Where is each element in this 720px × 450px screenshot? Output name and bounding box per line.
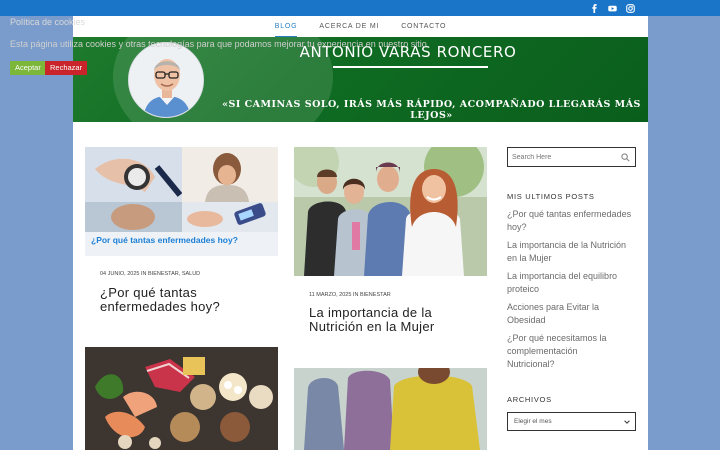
reject-cookies-button[interactable]: Rechazar	[45, 61, 88, 75]
recent-post-link[interactable]: La importancia del equilibro proteico	[507, 270, 642, 296]
recent-posts-list: ¿Por qué tantas enfermedades hoy? La imp…	[507, 208, 642, 376]
post-meta: 11 MARZO, 2025 IN BIENESTAR	[309, 292, 391, 298]
link-line: proteico	[507, 284, 540, 294]
archive-select-value: Elegir el mes	[514, 418, 552, 425]
chevron-down-icon	[624, 420, 630, 424]
search-box	[507, 147, 636, 167]
avatar	[128, 42, 204, 118]
nav-blog[interactable]: BLOG	[274, 17, 298, 37]
top-bar	[0, 0, 720, 16]
post-image-proteinas[interactable]	[85, 347, 278, 450]
recent-post-link[interactable]: Acciones para Evitar la Obesidad	[507, 301, 642, 327]
post-title-enfermedades[interactable]: ¿Por qué tantas enfermedades hoy?	[100, 286, 270, 314]
main-nav: BLOG ACERCA DE MI CONTACTO	[73, 16, 648, 37]
social-links	[588, 2, 636, 14]
post-title-nutricion-mujer[interactable]: La importancia de la Nutrición en la Muj…	[309, 306, 484, 334]
link-line: en la Mujer	[507, 253, 552, 263]
post-meta: 04 JUNIO, 2025 IN BIENESTAR, SALUD	[100, 271, 201, 277]
nav-acerca-de-mi[interactable]: ACERCA DE MI	[319, 17, 379, 36]
facebook-icon[interactable]	[588, 2, 600, 14]
link-line: Acciones para Evitar la	[507, 302, 600, 312]
instagram-icon[interactable]	[624, 2, 636, 14]
recent-posts-heading: MIS ULTIMOS POSTS	[507, 192, 595, 201]
recent-post-link[interactable]: ¿Por qué necesitamos la complementación …	[507, 332, 642, 371]
youtube-icon[interactable]	[606, 2, 618, 14]
link-line: La importancia de la Nutrición	[507, 240, 627, 250]
link-line: hoy?	[507, 222, 527, 232]
link-line: ¿Por qué necesitamos la	[507, 333, 607, 343]
link-line: Nutricional?	[507, 359, 555, 369]
archive-select[interactable]: Elegir el mes	[507, 412, 636, 431]
archive-heading: ARCHIVOS	[507, 395, 552, 404]
recent-post-link[interactable]: ¿Por qué tantas enfermedades hoy?	[507, 208, 642, 234]
nav-contacto[interactable]: CONTACTO	[401, 17, 446, 36]
header-banner: ANTONIO VARAS RONCERO «SI CAMINAS SOLO, …	[73, 37, 648, 122]
post-image-caption: ¿Por qué tantas enfermedades hoy?	[91, 235, 238, 245]
title-underline	[333, 66, 488, 68]
accept-cookies-button[interactable]: Aceptar	[10, 61, 46, 75]
recent-post-link[interactable]: La importancia de la Nutrición en la Muj…	[507, 239, 642, 265]
post-image-nutricion-mujer[interactable]	[294, 147, 487, 276]
post-title-line: ¿Por qué tantas	[100, 285, 197, 300]
link-line: ¿Por qué tantas enfermedades	[507, 209, 632, 219]
site-slogan: «SI CAMINAS SOLO, IRÁS MÁS RÁPIDO, ACOMP…	[222, 99, 641, 121]
post-title-line: La importancia de la	[309, 305, 433, 320]
link-line: Obesidad	[507, 315, 546, 325]
search-input[interactable]	[512, 151, 617, 163]
page-content: BLOG ACERCA DE MI CONTACTO ANTONIO VARAS…	[73, 16, 648, 450]
post-title-line: enfermedades hoy?	[100, 299, 221, 314]
link-line: complementación	[507, 346, 578, 356]
post-image-equilibrio[interactable]	[294, 368, 487, 450]
cookie-title: Política de cookies	[10, 17, 86, 27]
post-title-line: Nutrición en la Mujer	[309, 319, 435, 334]
search-icon[interactable]	[621, 153, 630, 162]
post-image-enfermedades[interactable]: ¿Por qué tantas enfermedades hoy?	[85, 147, 278, 256]
link-line: La importancia del equilibro	[507, 271, 618, 281]
cookie-text: Esta página utiliza cookies y otras tecn…	[10, 39, 430, 49]
